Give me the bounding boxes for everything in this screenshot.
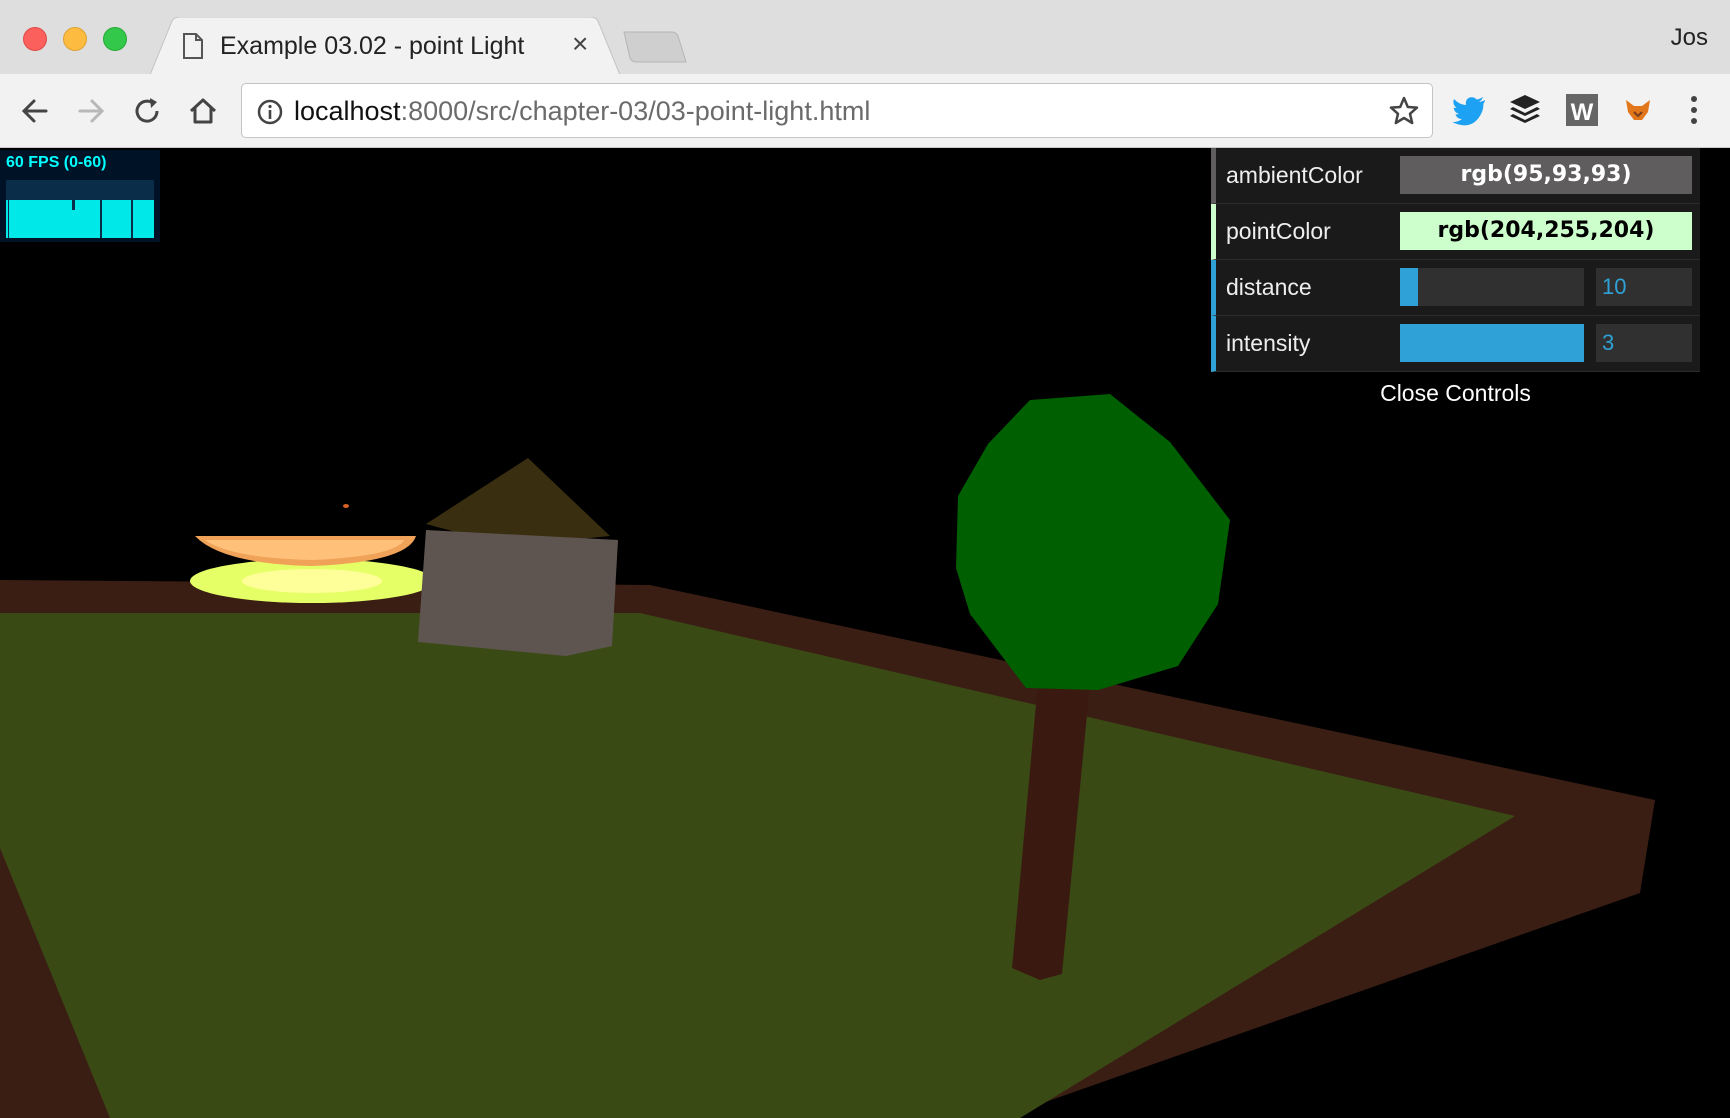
distance-slider-fill	[1400, 268, 1419, 306]
distance-row: distance 10	[1211, 260, 1700, 316]
url-text: localhost:8000/src/chapter-03/03-point-l…	[294, 96, 870, 127]
tree-foliage	[956, 394, 1230, 690]
bookmark-star-icon[interactable]	[1388, 95, 1420, 127]
intensity-slider[interactable]	[1400, 324, 1584, 362]
close-window-button[interactable]	[23, 27, 47, 51]
menu-dots-icon[interactable]	[1674, 90, 1714, 130]
twitter-icon[interactable]	[1449, 90, 1489, 130]
distance-input[interactable]: 10	[1596, 268, 1692, 306]
point-light-source	[343, 504, 349, 508]
wikiwand-w-icon[interactable]: W	[1562, 90, 1602, 130]
page-icon	[183, 33, 203, 59]
tab-close-icon[interactable]: ×	[572, 29, 588, 59]
ambient-color-input[interactable]: rgb(95,93,93)	[1400, 156, 1692, 194]
distance-slider[interactable]	[1400, 268, 1584, 306]
profile-name[interactable]: Jos	[1671, 24, 1708, 52]
intensity-input[interactable]: 3	[1596, 324, 1692, 362]
intensity-row: intensity 3	[1211, 316, 1700, 372]
intensity-slider-fill	[1400, 324, 1584, 362]
webgl-canvas[interactable]: 60 FPS (0-60) ambientColor rgb(95,93,93)…	[0, 148, 1730, 1118]
back-icon[interactable]	[16, 92, 54, 130]
ambient-color-label: ambientColor	[1226, 162, 1363, 188]
new-tab-button[interactable]	[622, 30, 688, 64]
tab-strip: Example 03.02 - point Light × Jos	[0, 0, 1730, 75]
fox-extension-icon[interactable]	[1618, 90, 1658, 130]
reload-icon[interactable]	[128, 92, 166, 130]
zoom-window-button[interactable]	[103, 27, 127, 51]
url-host: localhost	[294, 96, 401, 126]
fps-graph	[6, 180, 154, 238]
ambient-color-row: ambientColor rgb(95,93,93)	[1211, 148, 1700, 204]
tab-title: Example 03.02 - point Light	[220, 32, 525, 60]
minimize-window-button[interactable]	[63, 27, 87, 51]
point-color-row: pointColor rgb(204,255,204)	[1211, 204, 1700, 260]
cube-body	[418, 530, 618, 656]
intensity-label: intensity	[1226, 330, 1311, 356]
point-color-label: pointColor	[1226, 218, 1331, 244]
fps-label: 60 FPS (0-60)	[6, 154, 107, 171]
active-tab[interactable]: Example 03.02 - point Light ×	[150, 17, 620, 75]
point-color-input[interactable]: rgb(204,255,204)	[1400, 212, 1692, 250]
fps-stats-panel[interactable]: 60 FPS (0-60)	[0, 150, 160, 242]
forward-icon[interactable]	[72, 92, 110, 130]
home-icon[interactable]	[184, 92, 222, 130]
distance-label: distance	[1226, 274, 1312, 300]
url-path: :8000/src/chapter-03/03-point-light.html	[400, 96, 871, 126]
ground-plane	[0, 613, 1515, 1118]
buffer-stack-icon[interactable]	[1505, 90, 1545, 130]
controls-panel: ambientColor rgb(95,93,93) pointColor rg…	[1211, 148, 1700, 412]
info-icon[interactable]	[256, 98, 284, 126]
address-bar[interactable]: localhost:8000/src/chapter-03/03-point-l…	[241, 83, 1433, 138]
browser-toolbar: localhost:8000/src/chapter-03/03-point-l…	[0, 74, 1730, 148]
svg-text:W: W	[1571, 99, 1594, 126]
close-controls-button[interactable]: Close Controls	[1211, 372, 1700, 412]
